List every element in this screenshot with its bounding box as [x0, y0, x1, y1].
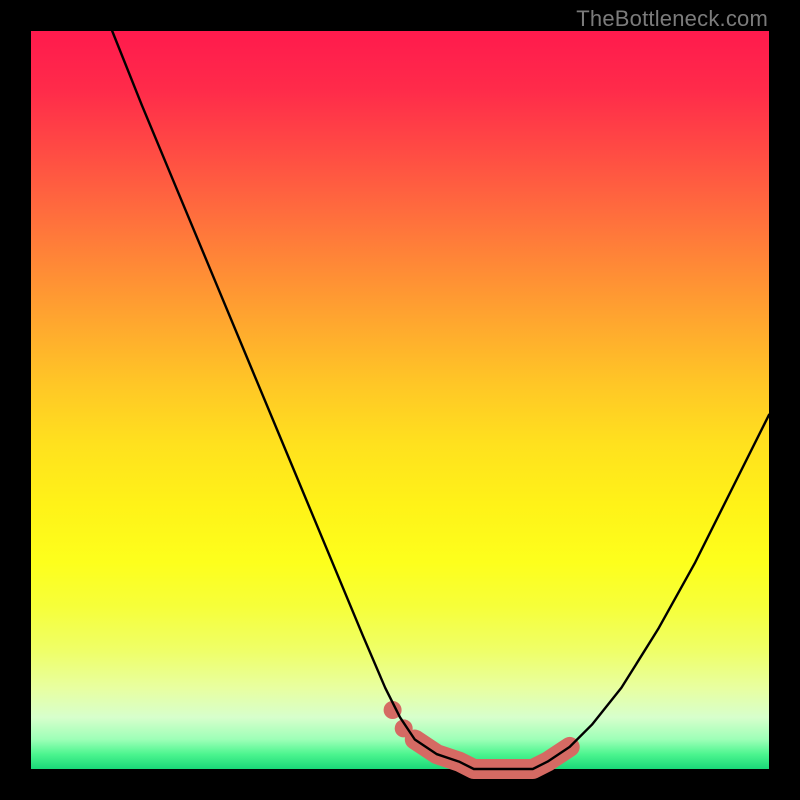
watermark-text: TheBottleneck.com — [576, 6, 768, 32]
chart-stage: TheBottleneck.com — [0, 0, 800, 800]
plot-area — [31, 31, 769, 769]
bottleneck-curve — [112, 31, 769, 769]
curve-svg — [31, 31, 769, 769]
